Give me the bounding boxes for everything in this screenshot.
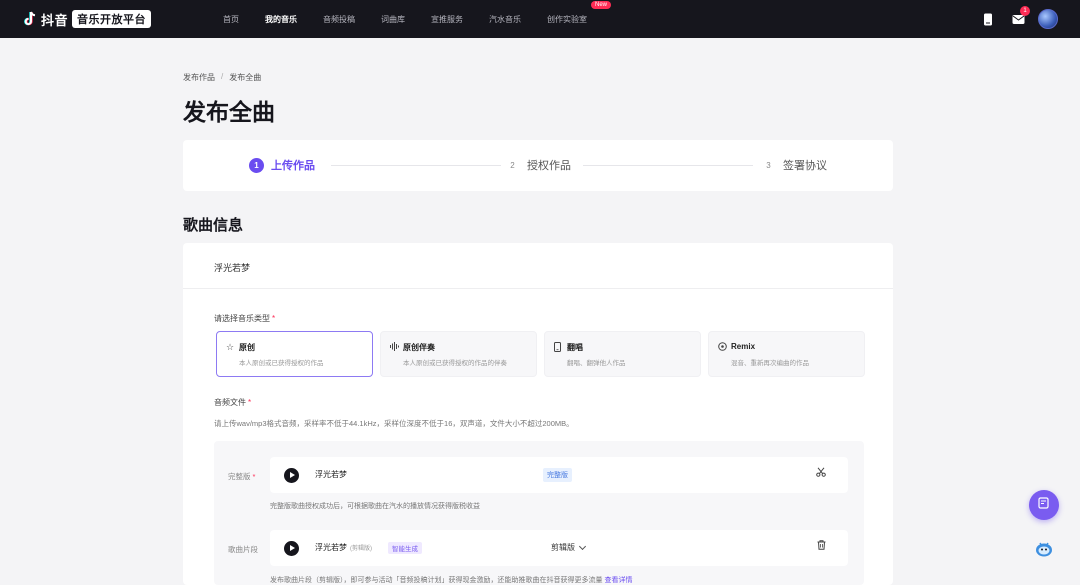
type-option-title: 翻唱 <box>567 343 583 352</box>
step-number: 1 <box>249 157 264 173</box>
assistant-mascot-icon[interactable] <box>1034 538 1054 558</box>
nav-item-audio-submit[interactable]: 音频投稿 <box>323 14 355 25</box>
feedback-button[interactable] <box>1029 490 1059 520</box>
clip-note-text: 发布歌曲片段（剪辑版），即可参与活动「音频投稿计划」获得现金激励，还能助推歌曲在… <box>270 577 603 584</box>
smart-generated-tag: 智能生成 <box>388 542 422 554</box>
page-title: 发布全曲 <box>183 99 275 125</box>
breadcrumb-separator: / <box>221 72 224 81</box>
nav-item-promo-service[interactable]: 宣推服务 <box>431 14 463 25</box>
full-version-note: 完整版歌曲授权成功后，可根据歌曲在汽水的播放情况获得版税收益 <box>270 503 480 510</box>
type-option-cover[interactable]: 翻唱 翻唱、翻弹他人作品 <box>544 331 701 377</box>
type-option-desc: 本人原创或已获得授权的作品 <box>239 360 324 367</box>
required-mark: * <box>248 398 252 407</box>
view-details-link[interactable]: 查看详情 <box>604 577 632 584</box>
music-type-label-text: 请选择音乐类型 <box>214 314 270 323</box>
audio-upload-area: 完整版 * 浮光若梦 完整版 完整版歌曲授权成功后，可根据歌曲在汽水的播放情况获得… <box>214 441 864 585</box>
type-option-desc: 翻唱、翻弹他人作品 <box>567 360 626 367</box>
step-label: 签署协议 <box>783 160 827 172</box>
phone-icon <box>554 342 561 354</box>
song-name: 浮光若梦 <box>214 263 251 273</box>
clip-track-row: 浮光若梦 (剪辑版) 智能生成 剪辑版 <box>270 530 848 566</box>
breadcrumb-item-publish[interactable]: 发布作品 <box>183 72 215 83</box>
type-option-original-accompaniment[interactable]: 原创伴奏 本人原创或已获得授权的作品的伴奏 <box>380 331 537 377</box>
song-info-card: 浮光若梦 请选择音乐类型 * ☆ 原创 本人原创或已获得授权的作品 原创伴奏 本人… <box>183 243 893 585</box>
step-label: 授权作品 <box>527 160 571 172</box>
brand-badge: 音乐开放平台 <box>72 10 152 28</box>
type-option-remix[interactable]: Remix 混音、重新再次编曲的作品 <box>708 331 865 377</box>
brand-name: 抖音 <box>41 12 69 28</box>
nav-item-creator-lab[interactable]: 创作实验室 New <box>547 0 612 25</box>
clip-track-title: 浮光若梦 <box>315 543 347 552</box>
step-connector <box>583 165 753 166</box>
track-name: 浮光若梦 <box>315 470 347 479</box>
nav-item-qishui-music[interactable]: 汽水音乐 <box>489 14 521 25</box>
user-avatar[interactable] <box>1038 9 1058 29</box>
required-mark: * <box>272 314 276 323</box>
star-icon: ☆ <box>226 342 235 352</box>
new-badge: New <box>591 0 612 9</box>
full-version-label-text: 完整版 <box>228 472 251 481</box>
clip-note: 发布歌曲片段（剪辑版），即可参与活动「音频投稿计划」获得现金激励，还能助推歌曲在… <box>270 575 632 585</box>
version-select[interactable]: 剪辑版 <box>551 542 587 553</box>
brand-logo[interactable]: 抖音 音乐开放平台 <box>22 10 152 29</box>
header-actions: 1 <box>968 6 1058 29</box>
chevron-down-icon <box>578 542 587 550</box>
disc-icon <box>718 342 727 353</box>
track-name: 浮光若梦 (剪辑版) <box>315 542 372 553</box>
audio-file-label: 音频文件 * <box>214 397 251 408</box>
breadcrumb-item-current: 发布全曲 <box>229 73 262 82</box>
scissors-icon[interactable] <box>816 467 826 480</box>
type-option-title: 原创 <box>239 343 255 352</box>
edit-icon <box>1038 496 1050 514</box>
step-connector <box>331 165 501 166</box>
version-select-value: 剪辑版 <box>551 543 575 552</box>
play-button[interactable] <box>284 541 299 556</box>
step-upload: 1 上传作品 <box>249 157 315 173</box>
play-button[interactable] <box>284 468 299 483</box>
clip-track-subtitle: (剪辑版) <box>350 546 372 552</box>
type-option-original[interactable]: ☆ 原创 本人原创或已获得授权的作品 <box>216 331 373 377</box>
message-count-badge: 1 <box>1020 6 1030 16</box>
nav-item-my-music[interactable]: 我的音乐 <box>265 14 297 25</box>
section-title: 歌曲信息 <box>183 217 244 234</box>
step-label: 上传作品 <box>271 160 315 172</box>
mobile-icon[interactable] <box>978 9 998 29</box>
music-type-label: 请选择音乐类型 * <box>214 313 275 324</box>
step-number: 2 <box>510 160 515 170</box>
type-option-title: 原创伴奏 <box>403 343 435 352</box>
full-version-tag: 完整版 <box>543 468 572 482</box>
full-version-label: 完整版 * <box>228 471 255 482</box>
nav-item-lyrics-library[interactable]: 词曲库 <box>381 14 405 25</box>
clip-label: 歌曲片段 <box>228 545 258 554</box>
divider <box>183 288 893 289</box>
message-icon[interactable]: 1 <box>1008 6 1030 29</box>
trash-icon[interactable] <box>817 540 826 553</box>
avatar <box>1038 9 1058 29</box>
top-navbar: 抖音 音乐开放平台 首页 我的音乐 音频投稿 词曲库 宣推服务 汽水音乐 创作实… <box>0 0 1080 38</box>
step-sign: 3 签署协议 <box>761 157 827 173</box>
upload-hint: 请上传wav/mp3格式音频，采样率不低于44.1kHz，采样位深度不低于16，… <box>214 419 574 428</box>
nav-item-home[interactable]: 首页 <box>223 14 239 25</box>
nav-item-creator-lab-label: 创作实验室 <box>547 14 588 24</box>
required-mark: * <box>252 472 256 481</box>
audio-file-label-text: 音频文件 <box>214 398 246 407</box>
step-number: 3 <box>766 160 771 170</box>
type-option-desc: 混音、重新再次编曲的作品 <box>731 360 809 367</box>
steps-progress: 1 上传作品 2 授权作品 3 签署协议 <box>183 140 893 191</box>
type-option-title: Remix <box>731 342 756 351</box>
waveform-icon <box>390 342 399 353</box>
douyin-logo-icon <box>22 11 38 27</box>
step-authorize: 2 授权作品 <box>505 157 571 173</box>
breadcrumb: 发布作品 / 发布全曲 <box>183 72 261 83</box>
full-version-track-row: 浮光若梦 完整版 <box>270 457 848 493</box>
type-option-desc: 本人原创或已获得授权的作品的伴奏 <box>403 360 507 367</box>
main-nav: 首页 我的音乐 音频投稿 词曲库 宣推服务 汽水音乐 创作实验室 New <box>223 0 613 25</box>
